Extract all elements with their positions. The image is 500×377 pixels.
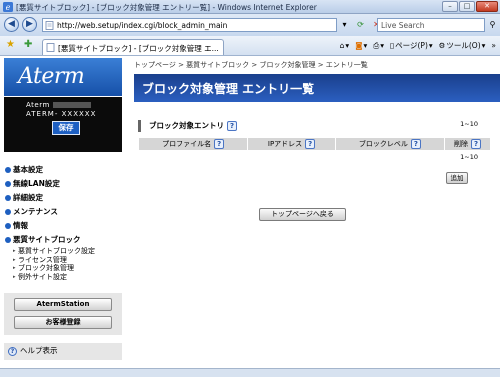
sidebar-menu: 基本設定 無線LAN設定 詳細設定 メンテナンス 情報 悪質サイトブロック 悪質…: [4, 163, 122, 281]
add-favorites-icon[interactable]: ✚: [24, 39, 32, 51]
sidebar-item-maintenance[interactable]: メンテナンス: [4, 205, 122, 219]
forward-arrow-icon: ▶: [26, 19, 33, 29]
page-icon: [45, 21, 54, 30]
internet-explorer-icon: e: [3, 2, 13, 12]
malicious-site-block-submenu: 悪質サイトブロック設定 ライセンス管理 ブロック対象管理 例外サイト設定: [4, 247, 122, 281]
print-button[interactable]: ⎙ ▾: [373, 40, 384, 51]
address-bar: ◀ ▶ http://web.setup/index.cgi/block_adm…: [0, 14, 500, 36]
logo-text: Aterm: [18, 64, 85, 89]
command-bar: ★ ✚ [悪質サイトブロック] - [ブロック対象管理 エ... ⌂ ▾ ◙ ▾ ⎙…: [0, 36, 500, 56]
section-title: ブロック対象エントリ?: [138, 120, 488, 132]
column-header-ip-label: IPアドレス: [267, 140, 303, 148]
home-button[interactable]: ⌂ ▾: [340, 40, 350, 51]
help-icon[interactable]: ?: [214, 139, 225, 149]
entry-range-bottom: 1~10: [460, 153, 478, 161]
status-bar: [0, 368, 500, 377]
back-button[interactable]: ◀: [4, 17, 19, 32]
help-icon[interactable]: ?: [471, 139, 482, 149]
entry-range-top: 1~10: [460, 120, 478, 128]
rss-icon: ◙: [355, 41, 363, 50]
page-title: ブロック対象管理 エントリ一覧: [142, 82, 315, 96]
breadcrumb: トップページ > 悪質サイトブロック > ブロック対象管理 > エントリ一覧: [134, 61, 368, 69]
column-header-delete-label: 削除: [454, 140, 469, 148]
submenu-item-block-settings[interactable]: 悪質サイトブロック設定: [13, 247, 122, 256]
column-header-block-level-label: ブロックレベル: [358, 140, 408, 148]
submenu-item-exception-sites[interactable]: 例外サイト設定: [13, 273, 122, 282]
help-icon[interactable]: ?: [305, 139, 316, 149]
dropdown-arrow-icon[interactable]: ▾: [338, 18, 351, 32]
column-header-profile: プロファイル名?: [137, 137, 249, 151]
home-icon: ⌂: [339, 41, 345, 50]
refresh-icon[interactable]: ⟳: [354, 18, 367, 32]
column-header-ip: IPアドレス?: [247, 137, 336, 151]
chevron-right-icon[interactable]: »: [491, 40, 496, 51]
aterm-logo: Aterm: [4, 58, 122, 96]
page-title-bar: ブロック対象管理 エントリ一覧: [134, 74, 500, 102]
model-info-box: Aterm ATERM- XXXXXX 保存: [4, 97, 122, 152]
main-panel: トップページ > 悪質サイトブロック > ブロック対象管理 > エントリ一覧 ブ…: [128, 57, 500, 368]
sidebar-item-info[interactable]: 情報: [4, 219, 122, 233]
column-header-profile-label: プロファイル名: [162, 140, 212, 148]
printer-icon: ⎙: [373, 40, 380, 50]
back-to-top-button[interactable]: トップページへ戻る: [259, 208, 346, 221]
tools-menu-label: ツール(O): [446, 41, 481, 50]
sidebar-item-basic-settings[interactable]: 基本設定: [4, 163, 122, 177]
url-field[interactable]: http://web.setup/index.cgi/block_admin_m…: [42, 18, 337, 32]
model-id: ATERM- XXXXXX: [26, 110, 97, 118]
help-icon[interactable]: ?: [410, 139, 421, 149]
window-titlebar: e [悪質サイトブロック] - [ブロック対象管理 エントリー覧] - Wind…: [0, 0, 500, 14]
maximize-button[interactable]: □: [459, 1, 475, 12]
aterm-station-button[interactable]: AtermStation: [14, 298, 112, 311]
section-header: ブロック対象エントリ?: [138, 120, 488, 132]
help-icon: ?: [8, 347, 17, 356]
forward-button[interactable]: ▶: [22, 17, 37, 32]
section-title-text: ブロック対象エントリ: [149, 121, 224, 130]
column-header-delete: 削除?: [444, 137, 491, 151]
submenu-item-license[interactable]: ライセンス管理: [13, 256, 122, 265]
model-name: Aterm: [26, 101, 91, 109]
help-icon[interactable]: ?: [227, 121, 237, 131]
url-text: http://web.setup/index.cgi/block_admin_m…: [57, 21, 228, 30]
search-input[interactable]: Live Search: [377, 18, 485, 32]
model-name-text: Aterm: [26, 101, 50, 109]
feeds-button[interactable]: ◙ ▾: [355, 40, 367, 51]
customer-registration-button[interactable]: お客様登録: [14, 316, 112, 329]
sidebar-item-advanced-settings[interactable]: 詳細設定: [4, 191, 122, 205]
close-button[interactable]: ✕: [476, 1, 498, 12]
add-button[interactable]: 追加: [446, 172, 468, 184]
tab-title: [悪質サイトブロック] - [ブロック対象管理 エ...: [58, 44, 219, 53]
tools-menu[interactable]: ⚙ ツール(O) ▾: [439, 40, 486, 51]
page-icon: [46, 43, 55, 52]
minimize-button[interactable]: –: [442, 1, 458, 12]
save-button[interactable]: 保存: [52, 121, 80, 135]
sidebar: Aterm Aterm ATERM- XXXXXX 保存 基本設定 無線LAN設…: [0, 57, 126, 368]
browser-tab[interactable]: [悪質サイトブロック] - [ブロック対象管理 エ...: [42, 39, 224, 55]
favorites-star-icon[interactable]: ★: [6, 39, 15, 51]
help-link[interactable]: ? ヘルプ表示: [4, 342, 122, 360]
search-icon[interactable]: ⚲: [487, 18, 498, 32]
window-title: [悪質サイトブロック] - [ブロック対象管理 エントリー覧] - Window…: [16, 3, 317, 12]
svg-text:e: e: [6, 3, 11, 12]
page-content: Aterm Aterm ATERM- XXXXXX 保存 基本設定 無線LAN設…: [0, 57, 500, 368]
redacted-model-number: [52, 102, 91, 108]
submenu-item-block-target[interactable]: ブロック対象管理: [13, 264, 122, 273]
sidebar-links-panel: AtermStation お客様登録: [4, 293, 122, 335]
back-arrow-icon: ◀: [8, 19, 15, 29]
page-menu[interactable]: ▯ ページ(P) ▾: [390, 40, 433, 51]
sidebar-item-malicious-site-block[interactable]: 悪質サイトブロック: [4, 233, 122, 247]
column-header-block-level: ブロックレベル?: [334, 137, 446, 151]
sidebar-item-wireless-lan[interactable]: 無線LAN設定: [4, 177, 122, 191]
page-icon: ▯: [390, 41, 395, 50]
table-header-row: プロファイル名? IPアドレス? ブロックレベル? 削除?: [137, 137, 491, 151]
help-label: ヘルプ表示: [20, 346, 58, 355]
page-menu-label: ページ(P): [395, 41, 428, 50]
entry-table: プロファイル名? IPアドレス? ブロックレベル? 削除?: [137, 137, 491, 151]
search-placeholder: Live Search: [381, 21, 425, 30]
gear-icon: ⚙: [438, 41, 446, 50]
